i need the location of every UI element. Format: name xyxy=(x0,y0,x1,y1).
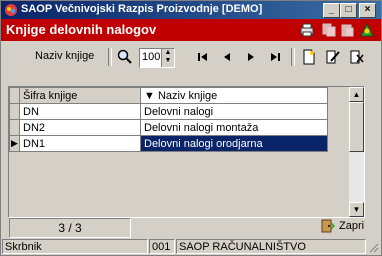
current-row-pointer-icon: ▶ xyxy=(9,135,20,152)
cell-name[interactable]: Delovni nalogi montaža xyxy=(140,119,328,136)
print-icon[interactable] xyxy=(299,22,315,38)
page-title: Knjige delovnih nalogov xyxy=(6,22,157,37)
vertical-scrollbar[interactable]: ▲ ▼ xyxy=(349,87,364,217)
header-indicator-cell xyxy=(9,87,20,104)
status-company-code: 001 xyxy=(149,239,175,254)
resize-grip-icon[interactable] xyxy=(367,241,379,253)
next-record-icon xyxy=(248,53,254,61)
search-button[interactable] xyxy=(115,48,135,66)
paste-icon[interactable] xyxy=(339,22,355,38)
page-size-value: 100 xyxy=(142,51,161,63)
window-title: SAOP Večnivojski Razpis Proizvodnje [DEM… xyxy=(21,3,263,15)
maximize-button[interactable]: □ xyxy=(340,3,357,18)
books-grid[interactable]: Šifra knjige ▼ Naziv knjige DN Delovni n… xyxy=(8,86,365,218)
delete-record-button[interactable] xyxy=(347,48,367,66)
record-position: 3 / 3 xyxy=(9,218,131,238)
page-size-stepper[interactable]: 100 ▲ ▼ xyxy=(139,48,175,68)
table-header-row: Šifra knjige ▼ Naziv knjige xyxy=(9,87,328,104)
next-record-button[interactable] xyxy=(241,48,261,66)
previous-record-button[interactable] xyxy=(217,48,237,66)
cell-code[interactable]: DN xyxy=(19,103,141,120)
sort-field-label: Naziv knjige xyxy=(35,50,95,62)
table-row[interactable]: DN Delovni nalogi xyxy=(9,103,328,120)
table-row-selected[interactable]: ▶ DN1 Delovni nalogi orodjarna xyxy=(9,135,328,152)
cell-name[interactable]: Delovni nalogi orodjarna xyxy=(140,135,328,152)
status-company-name: SAOP RAČUNALNIŠTVO xyxy=(176,239,366,254)
close-window-button[interactable]: × xyxy=(359,3,376,18)
toolbar-divider xyxy=(291,48,295,66)
copy-icon[interactable] xyxy=(321,22,337,38)
last-record-button[interactable] xyxy=(265,48,285,66)
row-indicator xyxy=(9,119,20,136)
scroll-down-icon[interactable]: ▼ xyxy=(349,202,364,217)
close-button-label: Zapri xyxy=(339,220,365,232)
first-record-button[interactable] xyxy=(193,48,213,66)
minimize-button[interactable]: _ xyxy=(323,3,340,18)
status-bar: Skrbnik 001 SAOP RAČUNALNIŠTVO xyxy=(1,238,381,255)
new-document-icon xyxy=(303,49,315,65)
scroll-thumb[interactable] xyxy=(349,102,364,152)
books-table: Šifra knjige ▼ Naziv knjige DN Delovni n… xyxy=(9,87,328,152)
column-header-name[interactable]: ▼ Naziv knjige xyxy=(140,87,328,104)
close-button[interactable]: Zapri xyxy=(319,216,377,236)
search-icon xyxy=(117,49,132,64)
edit-document-icon xyxy=(326,50,340,64)
previous-record-icon xyxy=(224,53,230,61)
door-exit-icon xyxy=(321,219,335,233)
cell-code[interactable]: DN2 xyxy=(19,119,141,136)
column-header-code[interactable]: Šifra knjige xyxy=(19,87,141,104)
row-indicator xyxy=(9,103,20,120)
cell-name[interactable]: Delovni nalogi xyxy=(140,103,328,120)
new-record-button[interactable] xyxy=(299,48,319,66)
status-user: Skrbnik xyxy=(2,239,148,254)
last-record-icon xyxy=(271,53,280,61)
stepper-arrows[interactable]: ▲ ▼ xyxy=(161,49,174,67)
scroll-up-icon[interactable]: ▲ xyxy=(349,87,364,102)
module-header: Knjige delovnih nalogov xyxy=(1,19,381,41)
toolbar: Naziv knjige 100 ▲ ▼ xyxy=(1,42,381,72)
exit-icon[interactable] xyxy=(359,22,375,38)
toolbar-divider xyxy=(108,48,112,66)
delete-document-icon xyxy=(350,50,364,64)
title-bar: SAOP Večnivojski Razpis Proizvodnje [DEM… xyxy=(1,1,381,19)
column-header-name-label: Naziv knjige xyxy=(157,89,218,102)
first-record-icon xyxy=(198,53,207,61)
sort-desc-icon: ▼ xyxy=(144,89,155,102)
main-window: SAOP Večnivojski Razpis Proizvodnje [DEM… xyxy=(0,0,382,256)
table-row[interactable]: DN2 Delovni nalogi montaža xyxy=(9,119,328,136)
cell-code[interactable]: DN1 xyxy=(19,135,141,152)
edit-record-button[interactable] xyxy=(323,48,343,66)
app-logo-icon xyxy=(5,4,17,16)
